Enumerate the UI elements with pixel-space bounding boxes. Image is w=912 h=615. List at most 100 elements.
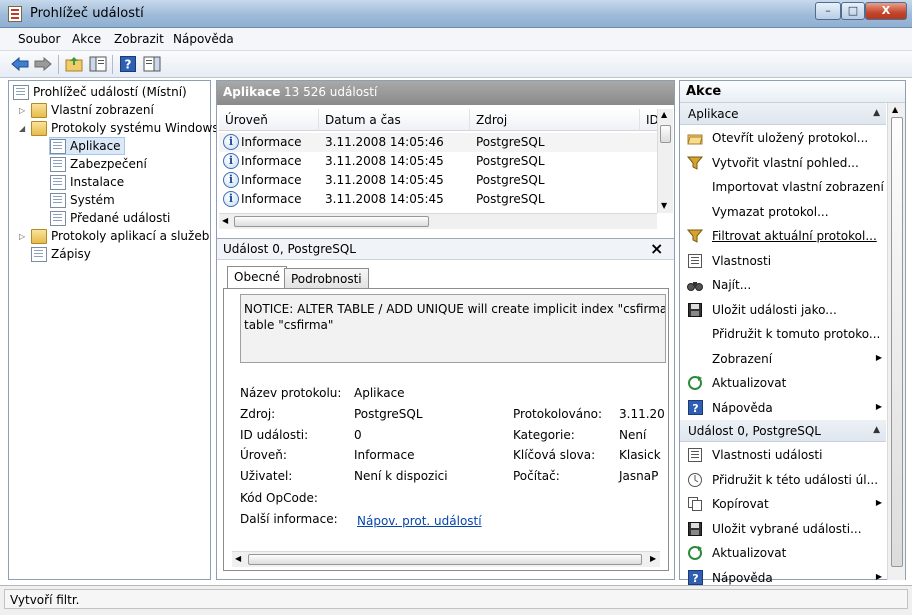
- action-item[interactable]: Vlastnosti: [680, 249, 886, 273]
- action-item[interactable]: Zobrazení ▶: [680, 347, 886, 371]
- svg-text:?: ?: [692, 402, 698, 415]
- tree-item-label: Protokoly systému Windows: [51, 121, 219, 135]
- show-hide-action-pane-button[interactable]: [142, 54, 162, 74]
- action-item[interactable]: ? Nápověda ▶: [680, 396, 886, 420]
- event-row[interactable]: i Informace 3.11.2008 14:05:45 PostgreSQ…: [219, 190, 657, 209]
- minimize-button[interactable]: –: [815, 2, 841, 20]
- tree-item-zabezpeceni[interactable]: Zabezpečení: [50, 155, 147, 173]
- scroll-right-arrow-icon[interactable]: ▶: [650, 554, 656, 563]
- action-item[interactable]: Kopírovat ▶: [680, 492, 886, 516]
- expand-icon[interactable]: ▷: [19, 232, 29, 241]
- actions-vertical-scrollbar[interactable]: ▲: [887, 103, 905, 580]
- level-value: Informace: [354, 448, 415, 462]
- event-row[interactable]: i Informace 3.11.2008 14:05:46 PostgreSQ…: [219, 133, 657, 152]
- open-log-icon: [687, 130, 703, 146]
- action-item[interactable]: Uložit vybrané události...: [680, 517, 886, 541]
- action-item[interactable]: Najít...: [680, 273, 886, 297]
- scroll-left-arrow-icon[interactable]: ◀: [222, 216, 228, 225]
- action-label: Najít...: [712, 278, 752, 292]
- menu-soubor[interactable]: Soubor: [18, 32, 60, 46]
- tree-item-system[interactable]: Systém: [50, 191, 115, 209]
- scrollbar-thumb[interactable]: [248, 554, 642, 565]
- more-info-link[interactable]: Nápov. prot. událostí: [357, 514, 482, 528]
- tree-item-subscriptions[interactable]: Zápisy: [31, 245, 91, 263]
- toolbar-separator: [58, 55, 59, 74]
- list-horizontal-scrollbar[interactable]: ◀: [219, 213, 657, 229]
- tree-item-label: Systém: [70, 193, 115, 207]
- help-button[interactable]: ?: [118, 54, 138, 74]
- tab-details[interactable]: Podrobnosti: [284, 268, 369, 289]
- scroll-left-arrow-icon[interactable]: ◀: [235, 554, 241, 563]
- collapse-icon[interactable]: ◢: [19, 124, 29, 133]
- list-vertical-scrollbar[interactable]: ▲ ▼: [657, 109, 673, 213]
- event-row[interactable]: i Informace 3.11.2008 14:05:45 PostgreSQ…: [219, 152, 657, 171]
- submenu-arrow-icon: ▶: [875, 352, 882, 362]
- event-detail-title: Událost 0, PostgreSQL: [223, 242, 356, 256]
- tree-item-instalace[interactable]: Instalace: [50, 173, 124, 191]
- forward-button[interactable]: [33, 54, 53, 74]
- row-source: PostgreSQL: [476, 173, 545, 187]
- row-level: Informace: [241, 154, 302, 168]
- blank-icon: [687, 351, 703, 367]
- collapse-caret-icon[interactable]: ▲: [873, 108, 880, 118]
- action-label: Vlastnosti události: [712, 448, 823, 462]
- status-bar: Vytvoří filtr.: [0, 585, 912, 615]
- save-icon: [687, 521, 703, 537]
- scroll-down-arrow-icon[interactable]: ▼: [661, 201, 667, 210]
- category-label: Kategorie:: [513, 428, 575, 442]
- detail-horizontal-scrollbar[interactable]: ◀ ▶: [232, 551, 660, 567]
- action-item[interactable]: Aktualizovat: [680, 371, 886, 395]
- up-folder-button[interactable]: [64, 54, 84, 74]
- tab-general[interactable]: Obecné: [227, 266, 288, 289]
- action-label: Vlastnosti: [712, 253, 772, 268]
- event-message[interactable]: NOTICE: ALTER TABLE / ADD UNIQUE will cr…: [240, 294, 666, 363]
- close-window-button[interactable]: X: [865, 2, 907, 20]
- tree-item-windows-logs[interactable]: ◢ Protokoly systému Windows: [19, 119, 219, 137]
- action-item[interactable]: Importovat vlastní zobrazení: [680, 175, 886, 199]
- show-hide-tree-button[interactable]: [88, 54, 108, 74]
- scrollbar-thumb[interactable]: [891, 117, 903, 567]
- column-header-level[interactable]: Úroveň: [219, 109, 319, 131]
- scroll-up-arrow-icon[interactable]: ▲: [661, 110, 667, 119]
- actions-section-event[interactable]: Událost 0, PostgreSQL ▲: [680, 420, 886, 442]
- collapse-caret-icon[interactable]: ▲: [873, 425, 880, 435]
- column-header-datetime[interactable]: Datum a čas: [319, 109, 470, 131]
- action-item[interactable]: Uložit události jako...: [680, 298, 886, 322]
- tree-item-root[interactable]: Prohlížeč událostí (Místní): [13, 83, 187, 101]
- opcode-label: Kód OpCode:: [240, 491, 318, 505]
- action-item[interactable]: Filtrovat aktuální protokol...: [680, 224, 886, 248]
- action-item[interactable]: Otevřít uložený protokol...: [680, 126, 886, 150]
- action-label: Otevřít uložený protokol...: [712, 131, 869, 145]
- action-item[interactable]: Vlastnosti události: [680, 443, 886, 467]
- log-icon: [50, 192, 66, 208]
- maximize-button[interactable]: □: [841, 2, 865, 20]
- column-header-source[interactable]: Zdroj: [470, 109, 640, 131]
- action-item[interactable]: Přidružit k této události úl...: [680, 468, 886, 492]
- expand-icon[interactable]: ▷: [19, 106, 29, 115]
- menu-akce[interactable]: Akce: [72, 32, 101, 46]
- event-id-label: ID události:: [240, 428, 309, 442]
- action-item[interactable]: Přidružit k tomuto protoko...: [680, 322, 886, 346]
- column-header-id[interactable]: ID: [640, 109, 659, 131]
- scroll-up-arrow-icon[interactable]: ▲: [892, 105, 898, 114]
- close-detail-icon[interactable]: ×: [650, 239, 663, 258]
- action-item[interactable]: Vymazat protokol...: [680, 200, 886, 224]
- scrollbar-thumb[interactable]: [234, 216, 429, 227]
- action-label: Aktualizovat: [712, 376, 787, 390]
- tree-item-aplikace[interactable]: Aplikace: [49, 137, 125, 155]
- back-button[interactable]: [10, 54, 30, 74]
- user-value: Není k dispozici: [354, 469, 448, 483]
- tree-item-predane-udalosti[interactable]: Předané události: [50, 209, 170, 227]
- action-item[interactable]: Vytvořit vlastní pohled...: [680, 151, 886, 175]
- refresh-icon: [687, 545, 703, 561]
- event-row[interactable]: i Informace 3.11.2008 14:05:45 PostgreSQ…: [219, 171, 657, 190]
- tree-item-app-service-logs[interactable]: ▷ Protokoly aplikací a služeb: [19, 227, 209, 245]
- actions-section-aplikace[interactable]: Aplikace ▲: [680, 103, 886, 125]
- tree-item-custom-views[interactable]: ▷ Vlastní zobrazení: [19, 101, 154, 119]
- tree-item-label: Prohlížeč událostí (Místní): [33, 85, 187, 99]
- menu-zobrazit[interactable]: Zobrazit: [114, 32, 164, 46]
- scrollbar-thumb[interactable]: [660, 125, 671, 143]
- menu-napoveda[interactable]: Nápověda: [173, 32, 234, 46]
- action-pane-icon: [143, 56, 161, 72]
- action-item[interactable]: Aktualizovat: [680, 541, 886, 565]
